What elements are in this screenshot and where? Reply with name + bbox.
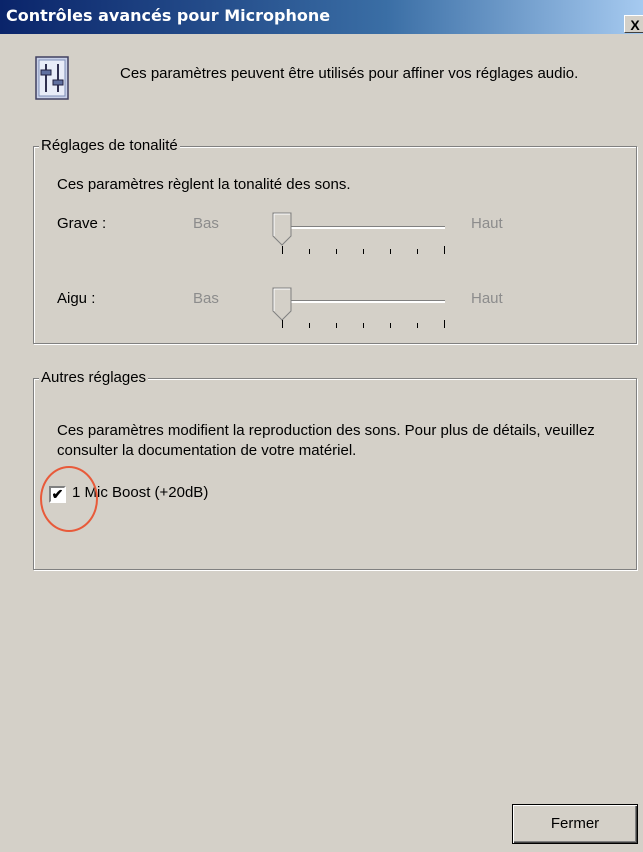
bass-label: Grave : [57,215,107,232]
tone-description: Ces paramètres règlent la tonalité des s… [57,176,351,193]
bass-min-label: Bas [193,215,219,232]
close-dialog-button[interactable]: Fermer [512,804,638,844]
treble-min-label: Bas [193,290,219,307]
close-button[interactable]: X [624,15,643,33]
window-title: Contrôles avancés pour Microphone [6,6,331,25]
other-description: Ces paramètres modifient la reproduction… [57,422,595,459]
bass-slider-thumb[interactable] [272,212,292,246]
close-icon: X [630,17,640,33]
bass-max-label: Haut [471,215,503,232]
other-settings-group: Autres réglages [33,368,637,570]
mixer-sliders-icon [35,56,69,100]
annotation-circle [40,466,98,532]
tone-group-title: Réglages de tonalité [39,136,180,156]
title-bar[interactable]: Contrôles avancés pour Microphone [0,0,643,34]
bass-slider-track[interactable] [282,226,445,229]
treble-slider-track[interactable] [282,300,445,303]
treble-max-label: Haut [471,290,503,307]
treble-slider-thumb[interactable] [272,287,292,321]
header-description: Ces paramètres peuvent être utilisés pou… [120,65,579,82]
other-group-title: Autres réglages [39,368,149,388]
treble-label: Aigu : [57,290,96,307]
